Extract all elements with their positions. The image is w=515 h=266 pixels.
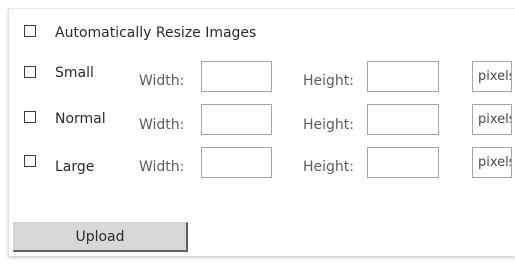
large-width-input[interactable] [201,147,272,178]
large-height-label: Height: [303,159,354,175]
large-size-checkbox[interactable] [24,155,36,167]
normal-width-label: Width: [139,117,185,133]
normal-size-checkbox[interactable] [24,111,36,123]
normal-size-label: Normal [55,111,106,127]
normal-height-label: Height: [303,117,354,133]
small-unit-select[interactable]: pixels [472,61,512,92]
small-size-label: Small [55,65,94,81]
normal-width-input[interactable] [201,104,272,135]
normal-unit-select[interactable]: pixels [472,104,512,135]
small-width-input[interactable] [201,61,272,92]
large-width-label: Width: [139,159,185,175]
small-width-label: Width: [139,73,185,89]
large-size-label: Large [55,159,95,175]
normal-height-input[interactable] [367,104,439,135]
upload-button[interactable]: Upload [13,222,188,252]
small-size-checkbox[interactable] [24,66,36,78]
small-height-input[interactable] [367,61,439,92]
image-resize-panel: Automatically Resize Images Small Width:… [8,8,515,256]
small-height-label: Height: [303,73,354,89]
large-height-input[interactable] [367,147,439,178]
large-unit-select[interactable]: pixels [472,147,512,178]
automatically-resize-images-checkbox[interactable] [24,25,36,37]
automatically-resize-images-label: Automatically Resize Images [55,25,257,41]
